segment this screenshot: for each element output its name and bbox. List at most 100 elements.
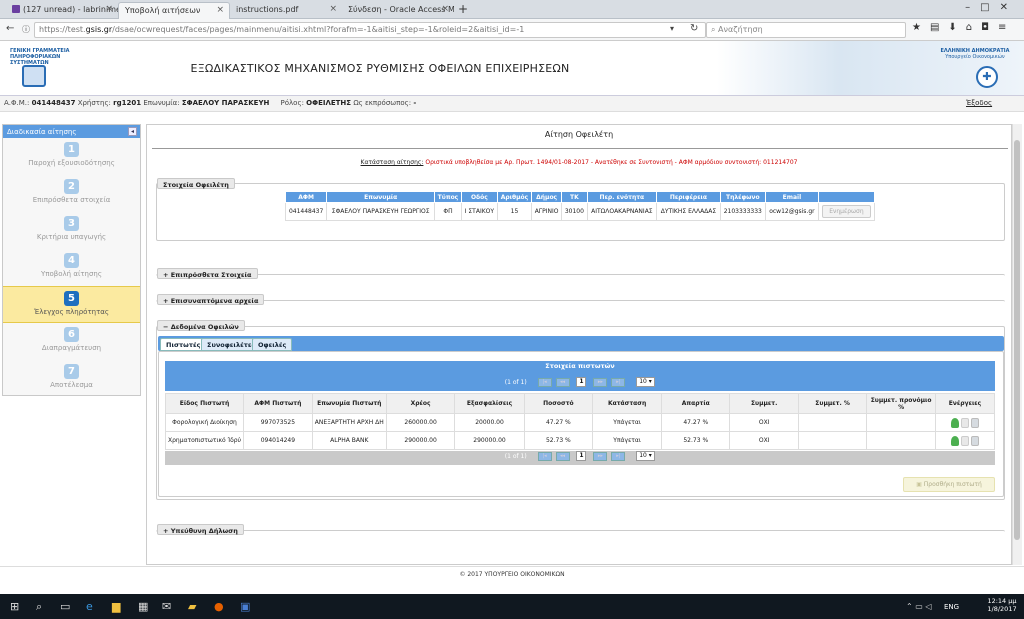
creditor-quorum: 47.27 %	[661, 413, 731, 432]
last-page-button[interactable]: ▸|	[611, 377, 626, 387]
rows-per-page-select[interactable]: 10 ▾	[636, 377, 656, 387]
tray-icons[interactable]: ⌃ ▭ ◁	[906, 602, 932, 611]
declaration-section-line	[156, 530, 1005, 538]
column-header: Συμμετ. προνόμιο %	[866, 393, 936, 414]
tab-creditors[interactable]: Πιστωτές	[160, 338, 207, 351]
prev-page-button[interactable]: ◂◂	[555, 451, 570, 461]
step-label: Παροχή εξουσιοδότησης	[28, 159, 115, 167]
extra-info-section-toggle[interactable]: + Επιπρόσθετα Στοιχεία	[157, 268, 258, 279]
search-icon[interactable]: ⌕	[36, 600, 42, 614]
section-label: Δεδομένα Οφειλών	[170, 323, 239, 331]
update-button[interactable]: Ενημέρωση	[822, 205, 871, 218]
window-controls[interactable]: –□✕	[965, 2, 1018, 13]
last-page-button[interactable]: ▸|	[611, 451, 626, 461]
logout-link[interactable]: Έξοδος	[966, 99, 992, 107]
close-tab-icon[interactable]: ×	[329, 4, 337, 14]
creditor-percentage: 52.73 %	[523, 431, 594, 450]
column-header: Email	[764, 191, 819, 203]
creditor-participation: ΟΧΙ	[729, 431, 799, 450]
creditor-afm: 094014249	[243, 431, 313, 450]
step-label: Κριτήρια υπαγωγής	[36, 233, 107, 241]
creditors-pager-bottom: (1 of 1) |◂ ◂◂ 1 ▸▸ ▸| 10 ▾	[165, 451, 995, 465]
debts-section-toggle[interactable]: − Δεδομένα Οφειλών	[157, 320, 245, 331]
step-authorization[interactable]: 1 Παροχή εξουσιοδότησης	[3, 138, 140, 175]
reload-icon[interactable]: ↻	[690, 23, 698, 34]
delete-icon[interactable]	[970, 435, 979, 446]
edit-icon[interactable]	[960, 417, 969, 428]
close-tab-icon[interactable]: ×	[105, 4, 113, 14]
creditors-title: Στοιχεία πιστωτών	[545, 362, 615, 370]
browser-tab-mail[interactable]: (127 unread) - labrinimetaxs×	[6, 2, 118, 19]
url-bar[interactable]: https://test.gsis.gr/dsae/ocwrequest/fac…	[34, 22, 706, 38]
declaration-section-toggle[interactable]: + Υπεύθυνη Δήλωση	[157, 524, 244, 535]
column-header: Είδος Πιστωτή	[164, 393, 245, 414]
title-divider	[152, 148, 1008, 149]
step-completeness-check[interactable]: 5 Έλεγχος πληρότητας	[3, 286, 140, 323]
taskbar-clock[interactable]: 12:14 μμ 1/8/2017	[982, 597, 1022, 613]
add-creditor-label: Προσθήκη πιστωτή	[923, 481, 982, 488]
browser-tab-bar: (127 unread) - labrinimetaxs× Υποβολή αι…	[0, 0, 1024, 19]
first-page-button[interactable]: |◂	[537, 377, 552, 387]
step-number: 6	[64, 327, 79, 342]
column-header: Δήμος	[530, 191, 563, 203]
table-header-row: Είδος Πιστωτή ΑΦΜ Πιστωτή Επωνυμία Πιστω…	[164, 393, 996, 414]
browser-tab-instructions[interactable]: instructions.pdf ×	[230, 2, 342, 19]
attachments-section-toggle[interactable]: + Επισυναπτόμενα αρχεία	[157, 294, 265, 305]
edit-icon[interactable]	[960, 435, 969, 446]
creditors-pager-top: (1 of 1) |◂ ◂◂ 1 ▸▸ ▸| 10 ▾	[165, 377, 995, 391]
edge-icon[interactable]: e	[86, 600, 93, 613]
mail-icon[interactable]: ✉	[162, 600, 171, 613]
step-negotiation[interactable]: 6 Διαπραγμάτευση	[3, 323, 140, 360]
task-view-icon[interactable]: ▭	[60, 600, 70, 613]
store-icon[interactable]: ▦	[138, 600, 148, 613]
add-creditor-button[interactable]: ▣ Προσθήκη πιστωτή	[903, 477, 995, 492]
step-result[interactable]: 7 Αποτέλεσμα	[3, 360, 140, 397]
next-page-button[interactable]: ▸▸	[593, 451, 608, 461]
debtor-table: ΑΦΜ Επωνυμία Τύπος Οδός Αριθμός Δήμος ΤΚ…	[284, 191, 876, 221]
step-criteria[interactable]: 3 Κριτήρια υπαγωγής	[3, 212, 140, 249]
current-page[interactable]: 1	[576, 451, 587, 461]
close-tab-icon[interactable]: ×	[216, 5, 224, 15]
file-explorer-icon[interactable]: ▆	[112, 600, 120, 613]
back-icon[interactable]: ←	[6, 23, 14, 34]
step-extra-info[interactable]: 2 Επιπρόσθετα στοιχεία	[3, 175, 140, 212]
start-icon[interactable]: ⊞	[10, 600, 19, 613]
actions-cell	[934, 413, 996, 432]
app-icon[interactable]: ▣	[240, 600, 250, 613]
column-header: Ποσοστό	[523, 393, 594, 414]
tab-debts[interactable]: Οφειλές	[252, 338, 293, 351]
step-number: 4	[64, 253, 79, 268]
rows-per-page-select[interactable]: 10 ▾	[636, 451, 656, 461]
search-input[interactable]: ⌕ Αναζήτηση	[706, 22, 906, 38]
application-status: Κατάσταση αίτησης: Οριστικά υποβληθείσα …	[146, 159, 1012, 166]
collapse-sidebar-button[interactable]: ◂	[128, 127, 137, 136]
sidebar-title: Διαδικασία αίτησης	[7, 128, 77, 136]
folder-icon[interactable]: ▰	[188, 600, 196, 613]
step-number: 3	[64, 216, 79, 231]
dropdown-icon[interactable]: ▾	[670, 24, 674, 33]
close-tab-icon[interactable]: ×	[441, 4, 449, 14]
actions-cell	[934, 431, 996, 450]
next-page-button[interactable]: ▸▸	[593, 377, 608, 387]
current-page[interactable]: 1	[576, 377, 587, 387]
debtor-name: ΣΦΑΕΛΟΥ ΠΑΡΑΣΚΕΥΗ ΓΕΩΡΓΙΟΣ	[326, 202, 436, 221]
info-icon[interactable]: ⓘ	[22, 24, 30, 35]
prev-page-button[interactable]: ◂◂	[555, 377, 570, 387]
browser-tab-applications[interactable]: Υποβολή αιτήσεων ×	[118, 2, 230, 19]
first-page-button[interactable]: |◂	[537, 451, 552, 461]
browser-toolbar-icons[interactable]: ★▤⬇⌂◘≡	[912, 22, 1015, 33]
user-icon[interactable]	[950, 417, 959, 428]
language-indicator[interactable]: ENG	[944, 603, 959, 611]
step-label: Έλεγχος πληρότητας	[33, 308, 110, 316]
browser-tab-oracle[interactable]: Σύνδεση - Oracle Access Manag×	[342, 2, 454, 19]
user-icon[interactable]	[950, 435, 959, 446]
step-submission[interactable]: 4 Υποβολή αίτησης	[3, 249, 140, 286]
debtor-number: 15	[496, 202, 533, 221]
firefox-icon[interactable]: ●	[214, 600, 224, 613]
new-tab-button[interactable]: +	[458, 2, 468, 16]
url-prefix: https://test.	[39, 25, 86, 34]
delete-icon[interactable]	[970, 417, 979, 428]
column-header: Ενέργειες	[934, 393, 996, 414]
table-row: Χρηματοπιστωτικό Ίδρύ 094014249 ALPHA BA…	[164, 431, 996, 450]
scrollbar-thumb[interactable]	[1014, 140, 1020, 540]
